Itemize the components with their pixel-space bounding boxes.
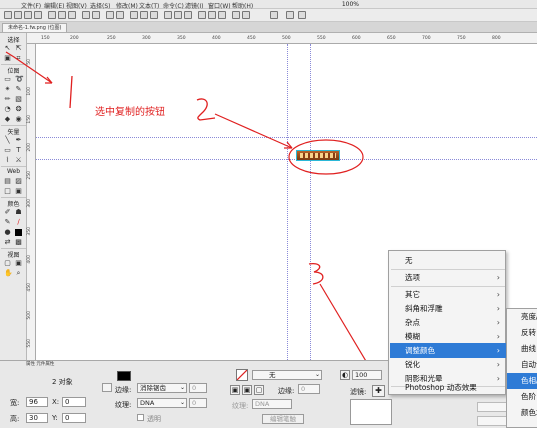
stroke-color-swatch[interactable]: [236, 369, 248, 381]
fill-options-icon[interactable]: [102, 383, 112, 392]
filter-menu-item-sharpen[interactable]: 锐化 ›: [390, 357, 506, 372]
annotation-arrow-2: [214, 113, 293, 149]
chevron-right-icon: ›: [496, 290, 500, 299]
stroke-texture-label: 纹理:: [232, 402, 249, 410]
menu-item-label: 锐化: [405, 360, 420, 369]
stroke-align-outside-icon[interactable]: ▢: [254, 385, 264, 395]
height-input[interactable]: 30: [26, 413, 48, 423]
menu-item-label: 斜角和浮雕: [405, 304, 443, 313]
filter-menu-item-other[interactable]: 其它 ›: [390, 287, 506, 302]
width-label: 宽:: [10, 399, 20, 407]
x-input[interactable]: 0: [62, 397, 86, 407]
annotation-select-copied-button: 选中复制的按钮: [95, 107, 165, 118]
x-label: X:: [52, 398, 60, 406]
texture-label: 纹理:: [115, 401, 132, 409]
menu-item-label: 调整颜色: [405, 346, 435, 355]
fill-color-swatch[interactable]: [117, 371, 131, 381]
submenu-item-hue-saturation[interactable]: 色相/饱和度: [507, 373, 537, 389]
annotation-stroke-3: [308, 262, 324, 285]
stroke-type-dropdown[interactable]: 无 ⌄: [252, 370, 322, 380]
filter-menu-item-options[interactable]: 选项 ›: [390, 270, 506, 285]
edge-amount[interactable]: 0: [189, 383, 207, 393]
transparent-label: 透明: [147, 415, 161, 423]
menu-item-label: 模糊: [405, 332, 420, 341]
annotation-stroke-2: [196, 98, 216, 121]
menu-item-label: 杂点: [405, 318, 420, 327]
edit-stroke-button[interactable]: 编辑笔触: [262, 414, 304, 424]
annotation-arrow-1: [5, 51, 53, 84]
texture-value: DNA: [140, 399, 155, 407]
filter-menu-item-none[interactable]: 无: [390, 253, 506, 268]
submenu-item-brightness-contrast[interactable]: 亮度/对比度: [507, 309, 537, 325]
chevron-down-icon: ⌄: [179, 384, 185, 391]
filter-menu-item-blur[interactable]: 模糊 ›: [390, 329, 506, 344]
annotation-stroke-1: [69, 75, 73, 109]
filter-menu-item-noise[interactable]: 杂点 ›: [390, 315, 506, 330]
opacity-dropdown[interactable]: 100: [352, 370, 382, 380]
filters-label: 滤镜:: [350, 388, 367, 396]
menu-item-label: 其它: [405, 290, 420, 299]
filter-menu: 无 选项 › 其它 › 斜角和浮雕 › 杂点 › 模糊 › 调整颜色 › 锐化 › 阴影和光晕…: [388, 250, 506, 395]
chevron-right-icon: ›: [496, 273, 500, 282]
chevron-right-icon: ›: [496, 360, 500, 369]
chevron-right-icon: ›: [496, 332, 500, 341]
edge-label: 边缘:: [115, 386, 132, 394]
stroke-edge-label: 边缘:: [278, 387, 295, 395]
submenu-item-curves[interactable]: 曲线: [507, 341, 537, 357]
y-input[interactable]: 0: [62, 413, 86, 423]
filters-list[interactable]: [350, 399, 392, 425]
properties-tabs[interactable]: 属性 元件属性: [26, 361, 54, 368]
menu-item-label: 选项: [405, 273, 420, 282]
edge-dropdown[interactable]: 消除锯齿 ⌄: [137, 383, 187, 393]
filter-menu-item-bevel-emboss[interactable]: 斜角和浮雕 ›: [390, 301, 506, 316]
edge-value: 消除锯齿: [140, 384, 166, 392]
filter-menu-item-adjust-color[interactable]: 调整颜色 ›: [390, 343, 506, 358]
menu-item-label: Photoshop 动态效果: [405, 383, 477, 392]
annotation-circle: [288, 139, 364, 175]
add-filter-icon[interactable]: ✚: [372, 385, 385, 397]
chevron-down-icon: ⌄: [314, 371, 320, 378]
texture-amount[interactable]: 0: [189, 398, 207, 408]
stroke-align-center-icon[interactable]: ▣: [242, 385, 252, 395]
stroke-type-value: 无: [269, 371, 276, 379]
stroke-texture-dropdown[interactable]: DNA: [252, 399, 292, 409]
panel-side-button[interactable]: [477, 402, 507, 412]
blend-mode-icon[interactable]: ◐: [340, 370, 350, 380]
width-input[interactable]: 96: [26, 397, 48, 407]
y-label: Y:: [52, 414, 58, 422]
chevron-down-icon: ⌄: [179, 399, 185, 406]
height-label: 高:: [10, 415, 20, 423]
object-count: 2 对象: [52, 378, 73, 386]
transparent-checkbox[interactable]: [137, 414, 144, 421]
chevron-right-icon: ›: [496, 346, 500, 355]
menu-item-label: 无: [405, 256, 413, 265]
adjust-color-submenu: 亮度/对比度 反转 曲线 自动色阶 色相/饱和度 色阶 颜色填充: [506, 308, 537, 428]
filter-menu-item-photoshop-live-effects[interactable]: Photoshop 动态效果: [390, 380, 506, 395]
submenu-item-color-fill[interactable]: 颜色填充: [507, 405, 537, 421]
texture-dropdown[interactable]: DNA ⌄: [137, 398, 187, 408]
panel-side-button[interactable]: [477, 416, 507, 426]
submenu-item-auto-levels[interactable]: 自动色阶: [507, 357, 537, 373]
submenu-item-invert[interactable]: 反转: [507, 325, 537, 341]
chevron-right-icon: ›: [496, 318, 500, 327]
chevron-right-icon: ›: [496, 304, 500, 313]
stroke-align-inside-icon[interactable]: ▣: [230, 385, 240, 395]
stroke-edge-amount[interactable]: 0: [298, 384, 320, 394]
submenu-item-levels[interactable]: 色阶: [507, 389, 537, 405]
